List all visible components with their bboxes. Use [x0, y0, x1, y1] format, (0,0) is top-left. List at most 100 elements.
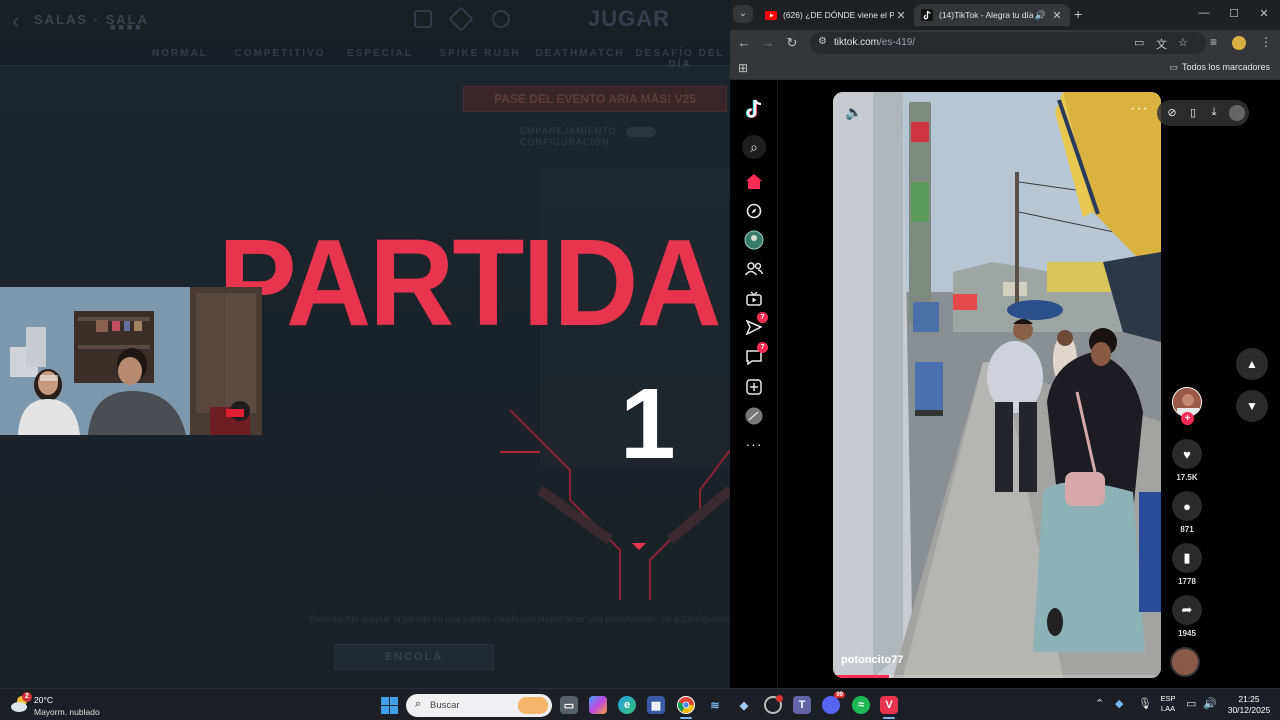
- next-video-button[interactable]: ▼: [1236, 390, 1268, 422]
- event-pass-banner[interactable]: PASE DEL EVENTO ARIA MÁS! V25: [463, 86, 727, 112]
- cast-icon[interactable]: ▭: [1134, 36, 1144, 49]
- minimize-icon[interactable]: —: [1194, 7, 1214, 19]
- browser-window: ⌄ (626) ¿DE DÓNDE viene el PODER ✕ (14)T…: [730, 0, 1280, 688]
- audio-app-icon[interactable]: ≋: [706, 696, 724, 714]
- profile-avatar-icon[interactable]: [1232, 36, 1246, 50]
- queue-button[interactable]: ENCOLA: [334, 644, 494, 670]
- matchmaking-toggle-row[interactable]: EMPAREJAMIENTO CONFIGURACIÓN: [520, 126, 730, 147]
- video-progress-bar[interactable]: [833, 675, 1161, 678]
- comment-button[interactable]: ●: [1172, 491, 1202, 521]
- tiktok-logo-icon[interactable]: [742, 97, 766, 121]
- forward-icon[interactable]: →: [760, 35, 776, 51]
- maximize-icon[interactable]: ☐: [1224, 7, 1244, 20]
- toggle-left-label: EMPAREJAMIENTO: [520, 126, 617, 136]
- mode-tab[interactable]: DEATHMATCH: [530, 48, 630, 70]
- lobby-dots: ■■■■: [110, 22, 144, 32]
- back-icon[interactable]: ←: [736, 35, 752, 51]
- language-indicator[interactable]: ESP LAA: [1160, 694, 1176, 714]
- follow-plus-icon[interactable]: +: [1181, 412, 1194, 425]
- youtube-icon: [764, 8, 778, 22]
- address-bar[interactable]: ⚙ tiktok.com/es-419/ ▭ 文 ☆: [810, 32, 1206, 54]
- settings-gear-icon[interactable]: [764, 695, 783, 714]
- taskbar-search[interactable]: ⌕ Buscar: [406, 694, 552, 717]
- agent-icon[interactable]: [492, 10, 510, 28]
- mode-tab[interactable]: COMPETITIVO: [230, 48, 330, 70]
- spotify-icon[interactable]: ≈: [852, 696, 870, 714]
- more-icon[interactable]: ···: [742, 432, 766, 456]
- video-frame: [833, 92, 1161, 678]
- toggle-switch[interactable]: [626, 126, 657, 137]
- comment-count: 871: [1180, 525, 1194, 534]
- inbox-icon[interactable]: 7: [742, 342, 768, 369]
- hidden-icons-chevron-icon[interactable]: ⌃: [1095, 697, 1104, 710]
- all-bookmarks-button[interactable]: ▭ Todos los marcadores: [1169, 62, 1270, 73]
- valorant-icon[interactable]: V: [880, 696, 898, 714]
- mode-tab[interactable]: ESPECIAL: [330, 48, 430, 70]
- network-icon[interactable]: ▭: [1186, 697, 1196, 710]
- account-avatar-icon[interactable]: [1229, 105, 1245, 121]
- tab-bar: ⌄ (626) ¿DE DÓNDE viene el PODER ✕ (14)T…: [730, 0, 1280, 30]
- mode-tab[interactable]: DESAFÍO DEL DÍA: [630, 48, 730, 70]
- copilot-icon[interactable]: [589, 696, 607, 714]
- profile-icon[interactable]: [742, 404, 766, 428]
- teams-icon[interactable]: T: [793, 696, 811, 714]
- live-icon[interactable]: [742, 286, 766, 310]
- apps-grid-icon[interactable]: ⊞: [738, 61, 748, 75]
- search-icon[interactable]: ⌕: [742, 135, 766, 159]
- clock[interactable]: 21:25 30/12/2025: [1224, 694, 1274, 716]
- upload-icon[interactable]: [742, 375, 766, 399]
- mini-player-icon[interactable]: ▯: [1186, 106, 1200, 119]
- weapon-icon[interactable]: [448, 6, 474, 32]
- weather-widget[interactable]: 2 20°C Mayorm. nublado: [10, 692, 120, 718]
- steam-like-icon[interactable]: ◆: [735, 696, 753, 714]
- microphone-icon[interactable]: 🎙: [1138, 697, 1152, 710]
- mode-tab[interactable]: NORMAL: [130, 48, 230, 70]
- like-button[interactable]: ♥: [1172, 439, 1202, 469]
- close-tab-icon[interactable]: ✕: [1050, 9, 1064, 22]
- bookmarks-bar: ⊞ ▭ Todos los marcadores: [730, 56, 1280, 80]
- reload-icon[interactable]: ↻: [784, 35, 800, 51]
- tray-app-icon[interactable]: ◆: [1115, 697, 1123, 710]
- play-title[interactable]: JUGAR: [588, 6, 670, 32]
- autoscroll-icon[interactable]: ⊘: [1165, 106, 1179, 119]
- messages-badge: 7: [757, 312, 768, 323]
- menu-icon[interactable]: ⋮: [1260, 35, 1272, 49]
- video-player[interactable]: 🔈 ··· potoncito77: [833, 92, 1161, 678]
- windows-start-icon[interactable]: [381, 697, 398, 714]
- mode-tab[interactable]: SPIKE RUSH: [430, 48, 530, 70]
- home-icon[interactable]: [742, 169, 766, 193]
- home-icon[interactable]: [414, 10, 432, 28]
- match-found-decoration: [500, 409, 730, 600]
- tab-tiktok[interactable]: (14)TikTok - Alegra tu día 🔊 ✕: [914, 4, 1070, 26]
- back-arrow-icon[interactable]: ‹: [12, 8, 19, 34]
- save-button[interactable]: ▮: [1172, 543, 1202, 573]
- more-options-icon[interactable]: ···: [1130, 100, 1149, 118]
- close-window-icon[interactable]: ✕: [1254, 7, 1274, 20]
- edge-icon[interactable]: e: [618, 696, 636, 714]
- discord-icon[interactable]: 99: [822, 692, 845, 714]
- bookmark-star-icon[interactable]: ☆: [1178, 36, 1188, 49]
- close-tab-icon[interactable]: ✕: [894, 9, 908, 22]
- video-author[interactable]: potoncito77: [841, 654, 903, 666]
- site-info-icon[interactable]: ⚙: [818, 36, 827, 47]
- volume-icon[interactable]: 🔈: [845, 104, 862, 121]
- previous-video-button[interactable]: ▲: [1236, 348, 1268, 380]
- task-view-icon[interactable]: ▭: [560, 696, 578, 714]
- tab-search-button[interactable]: ⌄: [733, 5, 753, 23]
- explore-icon[interactable]: [742, 199, 766, 223]
- store-icon[interactable]: ▦: [647, 696, 665, 714]
- audio-playing-icon[interactable]: 🔊: [1035, 10, 1046, 21]
- tab-youtube[interactable]: (626) ¿DE DÓNDE viene el PODER ✕: [758, 4, 914, 26]
- media-control-icon[interactable]: ≡: [1210, 35, 1217, 49]
- chrome-icon[interactable]: [677, 696, 695, 714]
- share-button[interactable]: ➦: [1172, 595, 1202, 625]
- match-found-title: PARTIDA ENCONTRADA: [218, 213, 730, 353]
- download-icon[interactable]: ⤓: [1207, 106, 1221, 119]
- music-disc-icon[interactable]: [1170, 647, 1200, 677]
- new-tab-icon[interactable]: +: [1074, 6, 1082, 22]
- friends-icon[interactable]: [742, 257, 766, 281]
- volume-icon[interactable]: 🔊: [1203, 697, 1217, 710]
- following-icon[interactable]: [742, 228, 766, 252]
- messages-icon[interactable]: 7: [742, 312, 768, 339]
- translate-icon[interactable]: 文: [1156, 36, 1167, 52]
